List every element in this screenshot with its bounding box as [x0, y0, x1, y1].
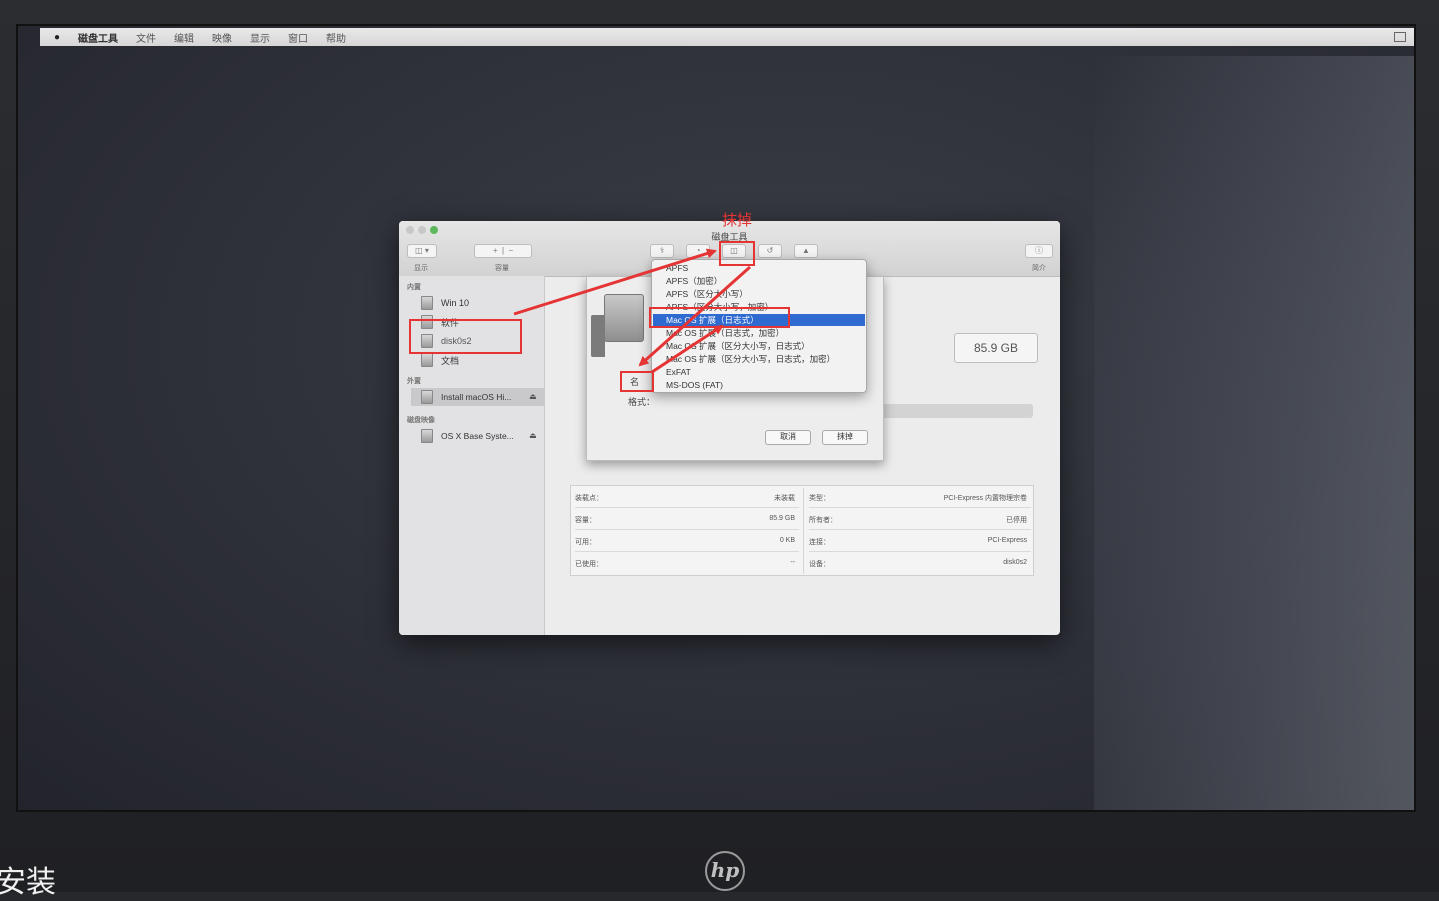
info-label: 类型： [809, 495, 830, 502]
info-row: 连接： PCI-Express [809, 530, 1031, 552]
erase-button[interactable]: 抹掉 [822, 430, 868, 445]
info-row: 类型： PCI-Express 内置物理宗卷 [809, 486, 1031, 508]
screen-glare [1094, 56, 1414, 810]
info-row: 可用： 0 KB [575, 530, 799, 552]
disk-icon [421, 353, 433, 367]
annotation-box-selected-format [649, 307, 790, 328]
eject-icon[interactable]: ⏏ [529, 392, 537, 401]
info-value: disk0s2 [1003, 559, 1027, 566]
laptop-screen: ● 磁盘工具 文件 编辑 映像 显示 窗口 帮助 磁盘工具 ◫ ▾ 显示 + |… [16, 24, 1416, 812]
menu-item[interactable]: MS-DOS (FAT) [666, 379, 723, 391]
info-value: 已停用 [1006, 517, 1027, 524]
restore-button[interactable]: ↺ [758, 244, 782, 258]
erase-annotation-label: 抹掉 [722, 211, 753, 229]
sidebar-item-label: Win 10 [441, 298, 470, 308]
apple-icon[interactable]: ● [54, 32, 60, 43]
disk-icon [421, 429, 433, 443]
sidebar-header-images: 磁盘映像 [407, 417, 435, 424]
sidebar-item-win10[interactable]: Win 10 [421, 296, 469, 310]
menubar-status-icon[interactable] [1394, 32, 1406, 42]
first-aid-button[interactable]: ⚕ [650, 244, 674, 258]
eject-icon[interactable]: ⏏ [529, 431, 537, 440]
sidebar-header-internal: 内置 [407, 284, 421, 291]
toolbar-label-info: 简介 [1032, 265, 1046, 272]
toolbar-label-view: 显示 [414, 265, 428, 272]
info-label: 连接： [809, 539, 830, 546]
menu-item[interactable]: APFS [666, 262, 688, 274]
menubar-app-name[interactable]: 磁盘工具 [78, 30, 118, 45]
sidebar-item-base-system[interactable]: OS X Base Syste... [421, 429, 514, 443]
disk-icon [421, 390, 433, 404]
info-label: 已使用： [575, 561, 603, 568]
info-table: 装载点： 未装载 容量： 85.9 GB 可用： 0 KB 已使用： -- 类型… [570, 485, 1034, 576]
hp-logo: hp [705, 851, 745, 891]
disk-icon [421, 296, 433, 310]
partition-button[interactable]: ◔ [686, 244, 710, 258]
info-label: 所有者： [809, 517, 837, 524]
menu-item[interactable]: Mac OS 扩展（区分大小写，日志式，加密） [666, 353, 835, 365]
format-label: 格式： [628, 397, 656, 407]
sidebar-item-documents[interactable]: 文档 [421, 353, 459, 367]
info-row: 已使用： -- [575, 552, 799, 574]
sidebar-item-label: Install macOS Hi... [441, 392, 512, 402]
annotation-box-disk0s2 [409, 319, 522, 354]
info-value: PCI-Express [987, 537, 1027, 544]
toolbar-label-volume: 容量 [495, 265, 509, 272]
info-value: 未装载 [774, 495, 795, 502]
menubar-item-file[interactable]: 文件 [136, 30, 156, 45]
info-label: 可用： [575, 539, 596, 546]
info-value: -- [790, 559, 795, 566]
menubar-item-edit[interactable]: 编辑 [174, 30, 194, 45]
menu-item[interactable]: APFS（区分大小写） [666, 288, 748, 300]
menubar-item-help[interactable]: 帮助 [326, 30, 346, 45]
sidebar-item-label: 文档 [441, 355, 460, 366]
menubar-item-view[interactable]: 显示 [250, 30, 270, 45]
mac-menubar: ● 磁盘工具 文件 编辑 映像 显示 窗口 帮助 [40, 28, 1414, 46]
sidebar-view-button[interactable]: ◫ ▾ [407, 244, 437, 258]
info-button[interactable]: ⓘ [1025, 244, 1053, 258]
info-row: 装载点： 未装载 [575, 486, 799, 508]
menubar-item-window[interactable]: 窗口 [288, 30, 308, 45]
info-value: PCI-Express 内置物理宗卷 [943, 495, 1027, 502]
menu-item[interactable]: Mac OS 扩展（日志式，加密） [666, 327, 784, 339]
annotation-box-erase-button [719, 241, 755, 266]
menubar-item-image[interactable]: 映像 [212, 30, 232, 45]
info-label: 容量： [575, 517, 596, 524]
info-label: 装载点： [575, 495, 603, 502]
info-divider [803, 488, 804, 574]
info-value: 0 KB [779, 537, 795, 544]
info-label: 设备： [809, 561, 830, 568]
menu-item[interactable]: Mac OS 扩展（区分大小写，日志式） [666, 340, 810, 352]
cancel-button[interactable]: 取消 [765, 430, 811, 445]
info-value: 85.9 GB [769, 515, 795, 522]
volume-add-remove-button[interactable]: + | − [474, 244, 532, 258]
annotation-box-format-label [620, 371, 654, 392]
info-row: 设备： disk0s2 [809, 552, 1031, 574]
sidebar-item-install-macos[interactable]: Install macOS Hi... [421, 390, 511, 404]
volume-size-badge: 85.9 GB [954, 333, 1038, 363]
menu-item[interactable]: APFS（加密） [666, 275, 722, 287]
caption-text: 安装 [0, 865, 56, 900]
mount-button[interactable]: ▲ [794, 244, 818, 258]
sidebar-item-label: OS X Base Syste... [441, 431, 514, 441]
sidebar-header-external: 外置 [407, 378, 421, 385]
usage-bar [879, 404, 1033, 418]
info-row: 所有者： 已停用 [809, 508, 1031, 530]
info-row: 容量： 85.9 GB [575, 508, 799, 530]
menu-item[interactable]: ExFAT [666, 366, 691, 378]
hard-disk-icon [591, 294, 644, 357]
